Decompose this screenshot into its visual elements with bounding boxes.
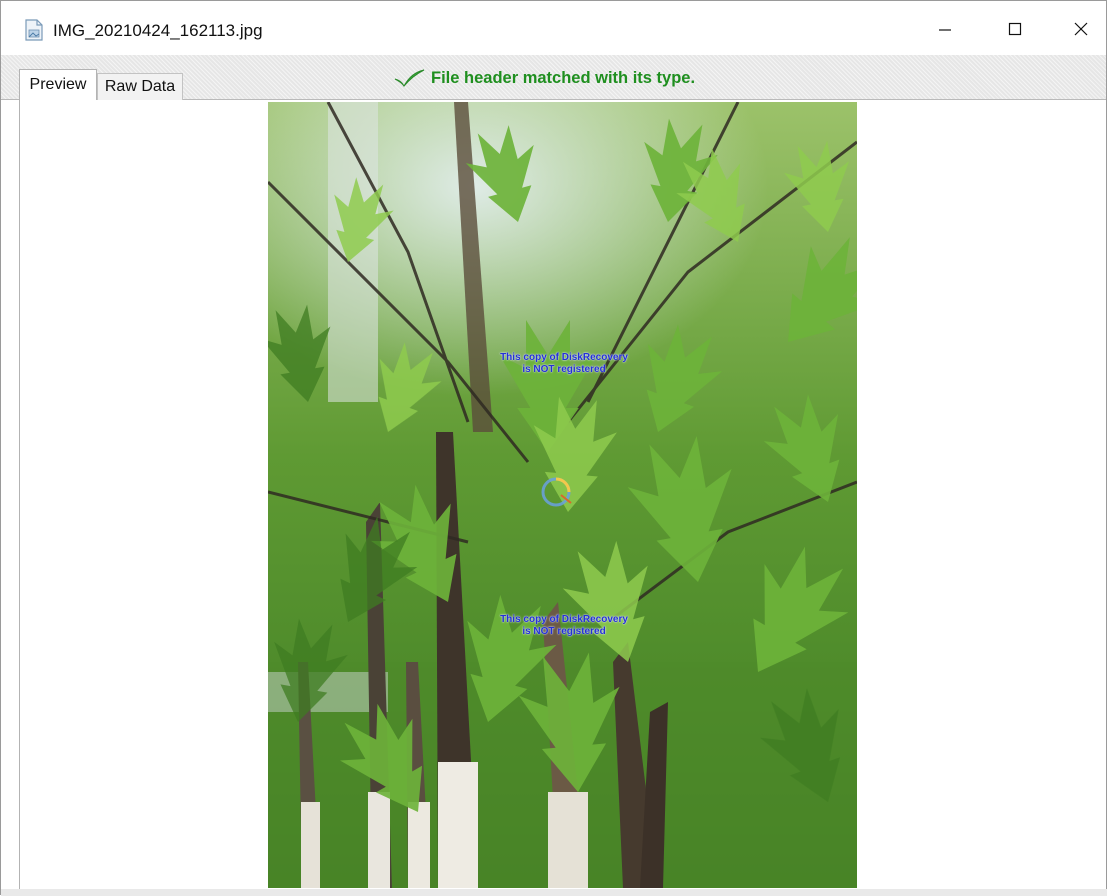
minimize-button[interactable] [919, 9, 971, 49]
watermark-line: is NOT registered [522, 626, 606, 637]
watermark-line: This copy of DiskRecovery [500, 352, 628, 363]
title-bar[interactable]: IMG_20210424_162113.jpg [1, 1, 1106, 55]
unregistered-watermark: This copy of DiskRecovery is NOT registe… [482, 614, 646, 638]
file-header-status: File header matched with its type. [393, 64, 695, 92]
watermark-line: This copy of DiskRecovery [500, 614, 628, 625]
maximize-icon [1008, 22, 1022, 36]
checkmark-icon [394, 69, 425, 88]
status-message: File header matched with its type. [431, 68, 696, 87]
busy-cursor-icon [541, 477, 572, 507]
tab-label: Preview [29, 76, 87, 93]
close-icon [1074, 22, 1088, 36]
maximize-button[interactable] [989, 9, 1041, 49]
watermark-line: is NOT registered [522, 364, 606, 375]
tab-raw-data[interactable]: Raw Data [97, 73, 183, 100]
unregistered-watermark: This copy of DiskRecovery is NOT registe… [482, 352, 646, 376]
document-image-icon [25, 19, 43, 41]
preview-window: IMG_20210424_162113.jpg Preview Raw Data [0, 0, 1107, 896]
close-button[interactable] [1055, 9, 1107, 49]
tab-preview[interactable]: Preview [19, 69, 97, 100]
window-title: IMG_20210424_162113.jpg [53, 21, 263, 40]
tab-label: Raw Data [104, 78, 176, 95]
minimize-icon [939, 29, 951, 31]
image-preview: This copy of DiskRecovery is NOT registe… [268, 102, 857, 888]
